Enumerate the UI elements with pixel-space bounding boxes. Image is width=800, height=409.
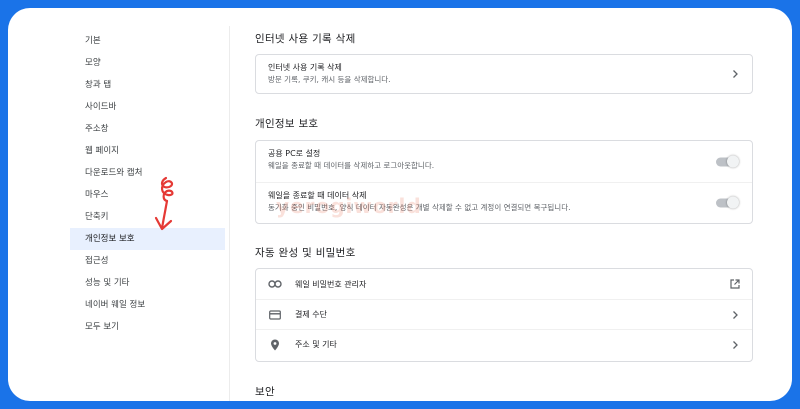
clear-on-exit-toggle[interactable] (716, 196, 739, 209)
sidebar-item-shortcuts[interactable]: 단축키 (70, 206, 225, 228)
password-manager-row[interactable]: 웨일 비밀번호 관리자 (256, 269, 752, 299)
autofill-card: 웨일 비밀번호 관리자 결제 수단 주소 및 기타 (255, 268, 753, 362)
sidebar-item-web-page[interactable]: 웹 페이지 (70, 140, 225, 162)
sidebar-item-view-all[interactable]: 모두 보기 (70, 316, 225, 338)
key-icon (268, 278, 282, 290)
sidebar-item-address-bar[interactable]: 주소창 (70, 118, 225, 140)
addresses-label: 주소 및 기타 (295, 340, 337, 349)
red-arrow-annotation (154, 176, 174, 231)
sidebar-divider (229, 26, 230, 401)
settings-sidebar: 기본 모양 창과 탭 사이드바 주소창 웹 페이지 다운로드와 캡처 마우스 단… (70, 30, 225, 338)
section-title-autofill: 자동 완성 및 비밀번호 (255, 247, 356, 259)
open-in-new-icon (730, 279, 740, 289)
payment-methods-label: 결제 수단 (295, 310, 327, 319)
payment-methods-row[interactable]: 결제 수단 (256, 299, 752, 329)
section-title-security: 보안 (255, 386, 275, 398)
location-pin-icon (268, 339, 282, 351)
clear-history-title: 인터넷 사용 기록 삭제 (268, 63, 342, 72)
public-pc-row: 공용 PC로 설정 웨일을 종료할 때 데이터를 삭제하고 로그아웃합니다. (256, 141, 752, 182)
sidebar-item-privacy[interactable]: 개인정보 보호 (70, 228, 225, 250)
sidebar-item-basic[interactable]: 기본 (70, 30, 225, 52)
sidebar-item-mouse[interactable]: 마우스 (70, 184, 225, 206)
sidebar-item-appearance[interactable]: 모양 (70, 52, 225, 74)
section-title-history: 인터넷 사용 기록 삭제 (255, 33, 356, 45)
clear-history-subtitle: 방문 기록, 쿠키, 캐시 등을 삭제합니다. (268, 75, 391, 84)
credit-card-icon (268, 309, 282, 321)
sidebar-item-sidebar[interactable]: 사이드바 (70, 96, 225, 118)
section-title-privacy: 개인정보 보호 (255, 118, 319, 130)
chevron-right-icon (733, 70, 738, 78)
sidebar-item-accessibility[interactable]: 접근성 (70, 250, 225, 272)
sidebar-item-about-whale[interactable]: 네이버 웨일 정보 (70, 294, 225, 316)
public-pc-subtitle: 웨일을 종료할 때 데이터를 삭제하고 로그아웃합니다. (268, 161, 435, 170)
watermark: yerogiworld (276, 194, 422, 218)
history-card: 인터넷 사용 기록 삭제 방문 기록, 쿠키, 캐시 등을 삭제합니다. (255, 54, 753, 94)
chevron-right-icon (733, 340, 738, 349)
chevron-right-icon (733, 310, 738, 319)
clear-history-row[interactable]: 인터넷 사용 기록 삭제 방문 기록, 쿠키, 캐시 등을 삭제합니다. (256, 55, 752, 93)
password-manager-label: 웨일 비밀번호 관리자 (295, 279, 367, 289)
public-pc-toggle[interactable] (716, 155, 739, 167)
sidebar-item-performance[interactable]: 성능 및 기타 (70, 272, 225, 294)
public-pc-title: 공용 PC로 설정 (268, 149, 321, 158)
sidebar-item-downloads-capture[interactable]: 다운로드와 캡처 (70, 162, 225, 184)
settings-window: 기본 모양 창과 탭 사이드바 주소창 웹 페이지 다운로드와 캡처 마우스 단… (8, 8, 792, 401)
sidebar-item-windows-tabs[interactable]: 창과 탭 (70, 74, 225, 96)
addresses-row[interactable]: 주소 및 기타 (256, 329, 752, 359)
